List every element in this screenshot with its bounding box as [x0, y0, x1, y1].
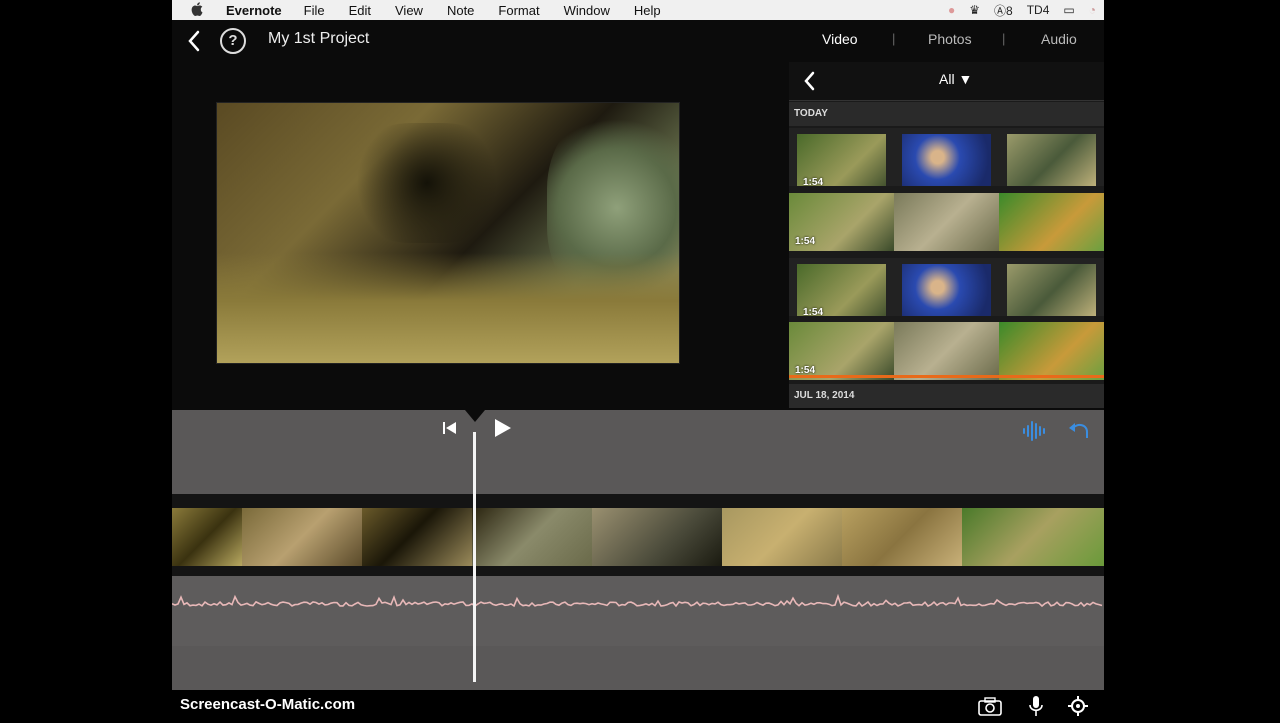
menu-file[interactable]: File — [304, 3, 325, 18]
clip-thumbnail[interactable] — [894, 193, 999, 251]
clip-thumbnail[interactable]: 1:54 — [789, 193, 894, 251]
back-chevron-icon[interactable] — [180, 26, 210, 56]
microphone-icon[interactable] — [1028, 694, 1044, 718]
clip-duration: 1:54 — [803, 177, 824, 186]
clip-duration: 1:54 — [795, 236, 816, 247]
playhead-marker — [465, 410, 485, 422]
menu-status-area: ● ♛ Ⓐ8 TD4 ▭ ◔ — [948, 0, 1096, 20]
timeline-frame — [842, 508, 962, 566]
airplay-icon[interactable]: ▭ — [1063, 3, 1074, 17]
tab-video[interactable]: Video — [822, 31, 858, 47]
skip-to-start-icon[interactable] — [440, 418, 460, 438]
watermark: Screencast-O-Matic.com — [180, 696, 356, 713]
imovie-app: ? My 1st Project Video | Photos | Audio … — [172, 20, 1104, 710]
section-header-today: TODAY — [789, 102, 1104, 126]
timeline-divider — [172, 494, 1104, 508]
notification-icon[interactable]: ● — [948, 3, 955, 17]
adobe-status-icon[interactable]: Ⓐ8 — [994, 2, 1013, 19]
clip-thumbnail[interactable] — [894, 322, 999, 380]
menu-view[interactable]: View — [395, 3, 423, 18]
audio-waveform — [172, 593, 1103, 608]
timeline-frame — [962, 508, 1104, 566]
menu-format[interactable]: Format — [498, 3, 539, 18]
clip-thumbnail[interactable] — [999, 193, 1104, 251]
playhead[interactable] — [473, 432, 476, 682]
timeline-audio-track[interactable] — [172, 576, 1104, 646]
menu-edit[interactable]: Edit — [349, 3, 371, 18]
timeline-frame — [172, 508, 242, 566]
top-bar: ? My 1st Project Video | Photos | Audio — [172, 20, 1104, 62]
timeline-frame — [242, 508, 362, 566]
mac-menu-bar: Evernote File Edit View Note Format Wind… — [172, 0, 1104, 20]
menu-app-name[interactable]: Evernote — [226, 3, 282, 18]
clip-thumbnail[interactable]: 1:54 — [789, 322, 894, 380]
help-icon[interactable]: ? — [220, 28, 246, 54]
tab-photos[interactable]: Photos — [928, 31, 972, 47]
timeline-frame — [362, 508, 472, 566]
section-header-date: JUL 18, 2014 — [789, 384, 1104, 408]
settings-gear-icon[interactable] — [1068, 696, 1088, 716]
clip-row[interactable]: 1:54 — [789, 258, 1104, 316]
dropdown-triangle-icon: ▼ — [958, 71, 973, 87]
bottom-bar: Screencast-O-Matic.com — [172, 690, 1104, 720]
tab-separator: | — [892, 31, 896, 46]
menu-window[interactable]: Window — [564, 3, 610, 18]
clip-thumbnail[interactable] — [902, 264, 991, 316]
clip-duration: 1:54 — [803, 307, 824, 316]
filter-dropdown[interactable]: All ▼ — [939, 71, 972, 87]
clip-filmstrip-selected[interactable]: 1:54 — [789, 322, 1104, 380]
clip-selection-indicator — [789, 375, 1104, 378]
time-machine-icon[interactable]: ◔ — [1089, 3, 1096, 17]
tab-separator: | — [1002, 31, 1006, 46]
clip-thumbnail[interactable] — [902, 134, 991, 186]
clip-thumbnail[interactable]: 1:54 — [797, 264, 886, 316]
timeline[interactable] — [172, 410, 1104, 710]
clip-thumbnail[interactable] — [999, 322, 1104, 380]
browser-header: All ▼ — [789, 62, 1104, 101]
td-status-icon[interactable]: TD4 — [1027, 3, 1050, 17]
viewer-shadow — [347, 123, 507, 243]
menu-help[interactable]: Help — [634, 3, 661, 18]
project-title: My 1st Project — [268, 30, 370, 47]
clip-filmstrip[interactable]: 1:54 — [789, 193, 1104, 251]
timeline-frame — [592, 508, 722, 566]
filter-label: All — [939, 71, 955, 87]
timeline-divider — [172, 566, 1104, 576]
timeline-controls — [172, 410, 1104, 494]
undo-icon[interactable] — [1067, 420, 1091, 442]
td-count: 4 — [1042, 3, 1050, 17]
camera-icon[interactable] — [978, 696, 1002, 716]
media-browser: All ▼ TODAY 1:54 1:54 1:54 1:54 JUL 18, … — [789, 62, 1104, 408]
evernote-status-icon[interactable]: ♛ — [969, 3, 980, 17]
menu-note[interactable]: Note — [447, 3, 474, 18]
clip-row[interactable]: 1:54 — [789, 128, 1104, 186]
viewer-ground — [217, 253, 679, 363]
clip-thumbnail[interactable] — [1007, 134, 1096, 186]
tab-audio[interactable]: Audio — [1041, 31, 1077, 47]
clip-thumbnail[interactable] — [1007, 264, 1096, 316]
clip-thumbnail[interactable]: 1:54 — [797, 134, 886, 186]
play-icon[interactable] — [490, 416, 514, 440]
adobe-count: 8 — [1006, 3, 1013, 18]
timeline-video-track[interactable] — [172, 508, 1104, 566]
back-chevron-icon[interactable] — [799, 68, 821, 94]
timeline-frame — [472, 508, 592, 566]
waveform-icon[interactable] — [1022, 420, 1048, 442]
timeline-frame — [722, 508, 842, 566]
video-viewer[interactable] — [216, 102, 680, 364]
apple-icon[interactable] — [190, 1, 204, 19]
